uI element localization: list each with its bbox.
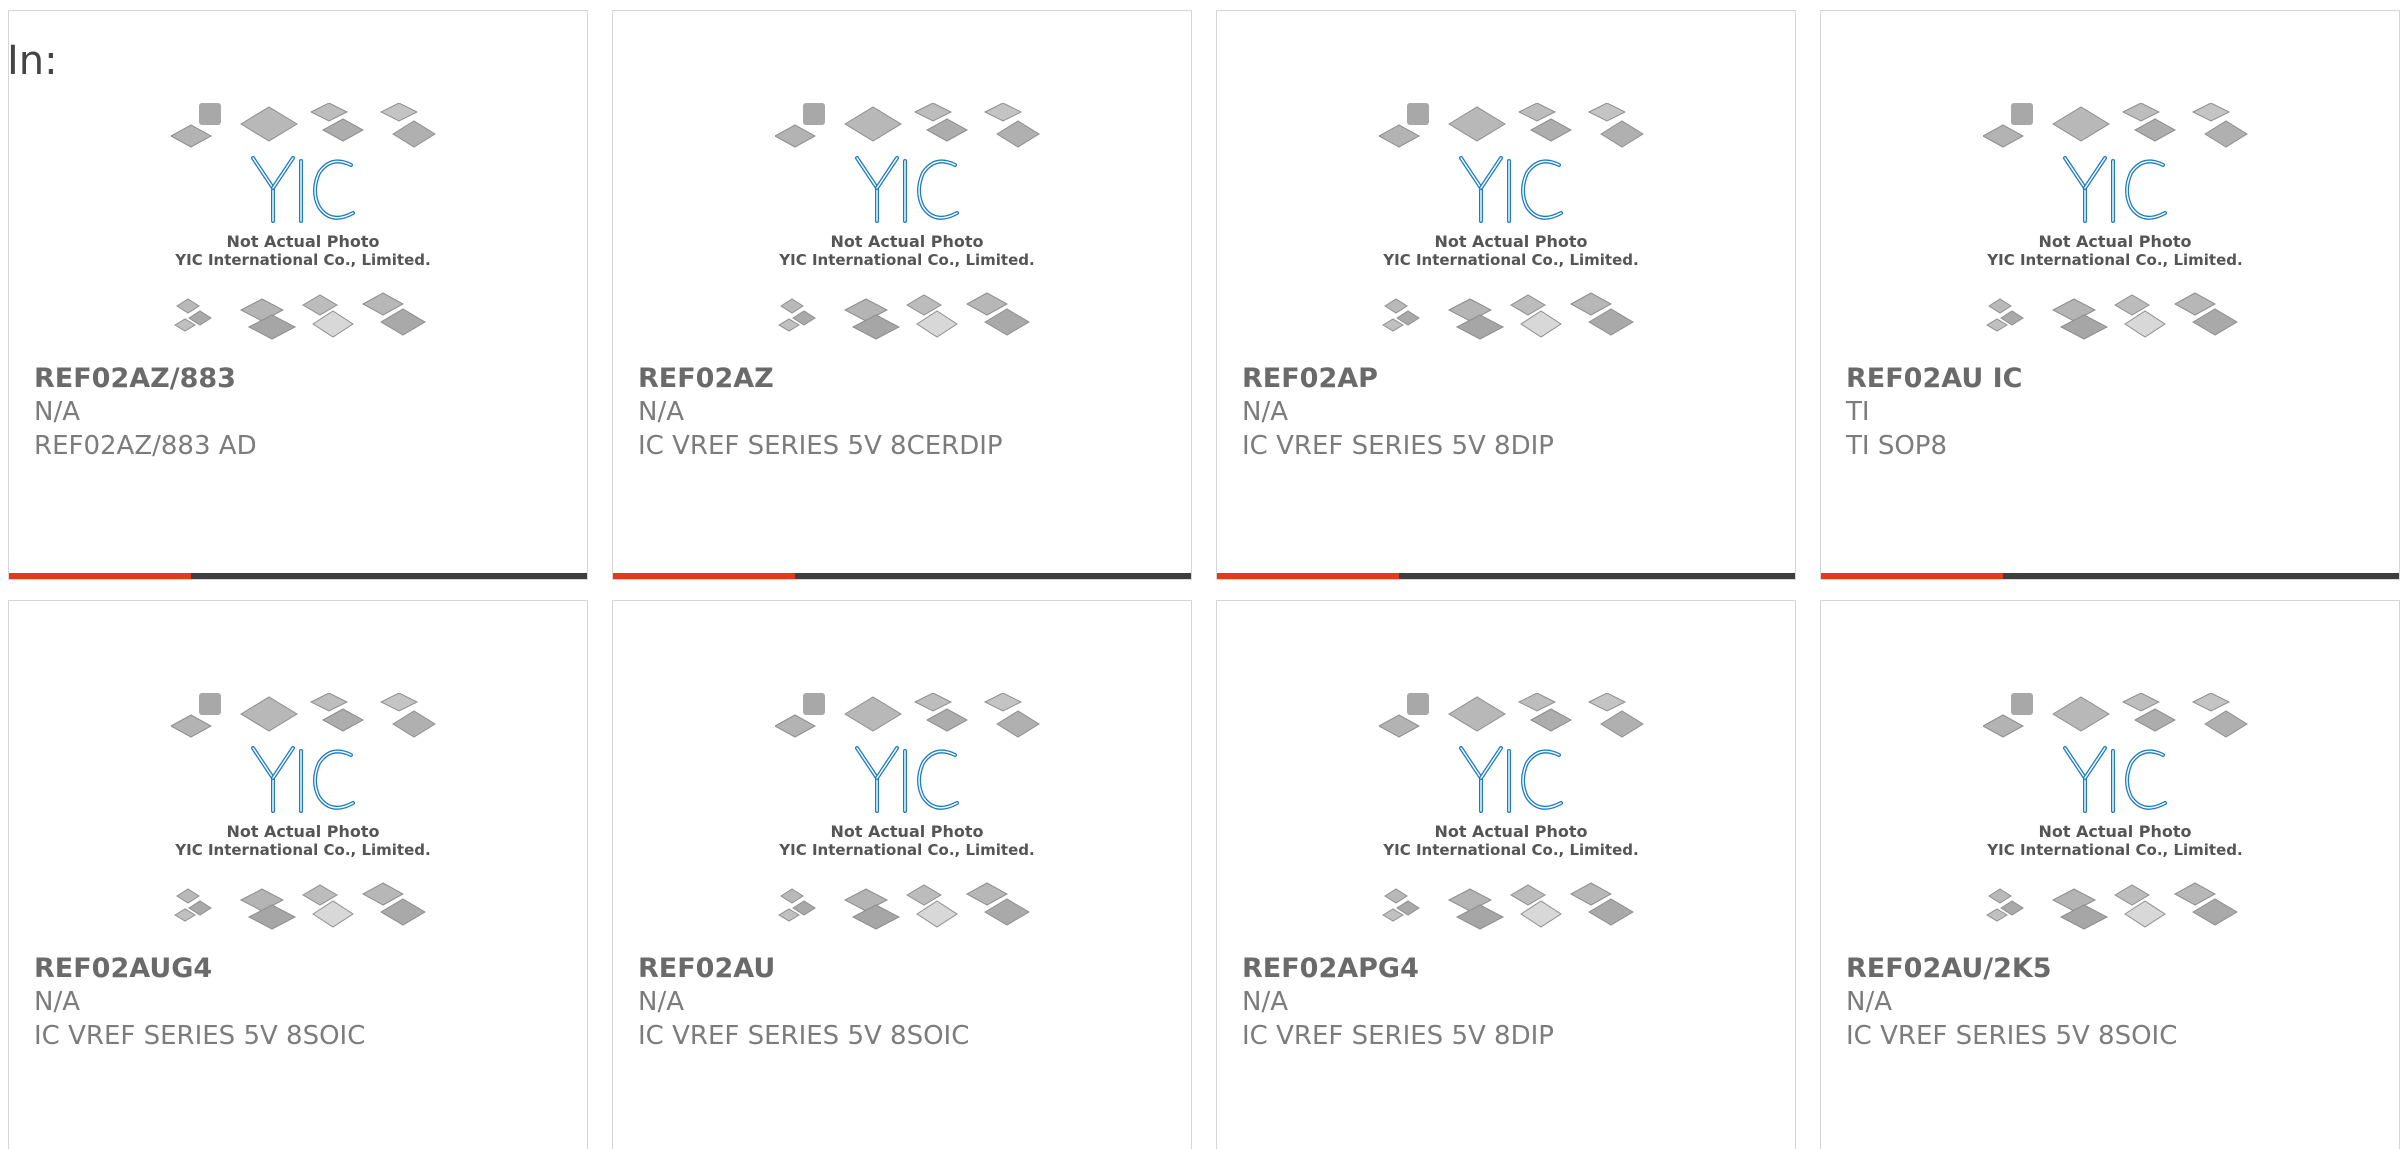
product-description: IC VREF SERIES 5V 8SOIC [34, 1021, 366, 1051]
not-actual-photo-image: Not Actual PhotoYIC International Co., L… [775, 103, 1040, 340]
product-manufacturer: TI [1846, 397, 1870, 427]
product-thumbnail: Not Actual Photo YIC International Co., L… [1983, 693, 2248, 943]
product-thumbnail: Not Actual Photo YIC International Co., L… [1379, 103, 1644, 353]
thumbnail-caption-line1: Not Actual Photo [2038, 822, 2191, 841]
product-thumbnail: Not Actual Photo YIC International Co., L… [775, 103, 1040, 353]
not-actual-photo-image: Not Actual PhotoYIC International Co., L… [1983, 103, 2248, 340]
card-bottom-bar [9, 573, 587, 579]
card-accent-bar [613, 573, 795, 579]
thumbnail-caption-line2: YIC International Co., Limited. [174, 251, 430, 269]
thumbnail-caption-line2: YIC International Co., Limited. [1382, 841, 1638, 859]
thumbnail-caption-line1: Not Actual Photo [830, 232, 983, 251]
not-actual-photo-image: Not Actual PhotoYIC International Co., L… [1983, 693, 2248, 930]
product-description: REF02AZ/883 AD [34, 431, 257, 461]
thumbnail-caption-line2: YIC International Co., Limited. [1986, 841, 2242, 859]
product-card[interactable]: Not Actual Photo YIC International Co., L… [1216, 10, 1796, 580]
product-name[interactable]: REF02AU IC [1846, 363, 2023, 394]
card-accent-bar [1821, 573, 2003, 579]
product-card[interactable]: Not Actual Photo YIC International Co., L… [8, 10, 588, 580]
product-thumbnail: Not Actual Photo YIC International Co., L… [171, 103, 436, 353]
product-name[interactable]: REF02AU [638, 953, 775, 984]
product-thumbnail: Not Actual Photo YIC International Co., L… [1379, 693, 1644, 943]
not-actual-photo-image: Not Actual PhotoYIC International Co., L… [171, 103, 436, 340]
product-name[interactable]: REF02AZ [638, 363, 774, 394]
thumbnail-caption-line2: YIC International Co., Limited. [778, 841, 1034, 859]
product-description: IC VREF SERIES 5V 8SOIC [638, 1021, 970, 1051]
thumbnail-caption-line1: Not Actual Photo [1434, 822, 1587, 841]
product-manufacturer: N/A [1242, 397, 1288, 427]
product-name[interactable]: REF02AP [1242, 363, 1378, 394]
product-thumbnail: Not Actual Photo YIC International Co., L… [775, 693, 1040, 943]
product-description: IC VREF SERIES 5V 8CERDIP [638, 431, 1003, 461]
product-thumbnail: Not Actual Photo YIC International Co., L… [1983, 103, 2248, 353]
not-actual-photo-image: Not Actual PhotoYIC International Co., L… [775, 693, 1040, 930]
product-description: TI SOP8 [1846, 431, 1948, 461]
product-card[interactable]: Not Actual Photo YIC International Co., L… [1820, 10, 2400, 580]
card-accent-bar [9, 573, 191, 579]
thumbnail-caption-line1: Not Actual Photo [226, 822, 379, 841]
product-card[interactable]: Not Actual Photo YIC International Co., L… [8, 600, 588, 1149]
thumbnail-caption-line2: YIC International Co., Limited. [1382, 251, 1638, 269]
thumbnail-caption-line1: Not Actual Photo [2038, 232, 2191, 251]
thumbnail-caption-line2: YIC International Co., Limited. [1986, 251, 2242, 269]
product-grid: Not Actual Photo YIC International Co., L… [0, 0, 2400, 1149]
product-card[interactable]: Not Actual Photo YIC International Co., L… [1820, 600, 2400, 1149]
product-name[interactable]: REF02AUG4 [34, 953, 212, 984]
product-manufacturer: N/A [1242, 987, 1288, 1017]
product-description: IC VREF SERIES 5V 8DIP [1242, 431, 1554, 461]
not-actual-photo-image: Not Actual PhotoYIC International Co., L… [1379, 103, 1644, 340]
product-name[interactable]: REF02APG4 [1242, 953, 1419, 984]
thumbnail-caption-line1: Not Actual Photo [830, 822, 983, 841]
product-card[interactable]: Not Actual Photo YIC International Co., L… [612, 600, 1192, 1149]
product-description: IC VREF SERIES 5V 8SOIC [1846, 1021, 2178, 1051]
product-description: IC VREF SERIES 5V 8DIP [1242, 1021, 1554, 1051]
product-card[interactable]: Not Actual Photo YIC International Co., L… [1216, 600, 1796, 1149]
not-actual-photo-image: Not Actual PhotoYIC International Co., L… [1379, 693, 1644, 930]
thumbnail-caption-line1: Not Actual Photo [226, 232, 379, 251]
product-manufacturer: N/A [638, 397, 684, 427]
thumbnail-caption-line2: YIC International Co., Limited. [778, 251, 1034, 269]
card-bottom-bar [1217, 573, 1795, 579]
card-accent-bar [1217, 573, 1399, 579]
card-bottom-bar [1821, 573, 2399, 579]
product-card[interactable]: Not Actual Photo YIC International Co., L… [612, 10, 1192, 580]
thumbnail-caption-line2: YIC International Co., Limited. [174, 841, 430, 859]
product-manufacturer: N/A [638, 987, 684, 1017]
product-manufacturer: N/A [34, 397, 80, 427]
in-label: In: [7, 38, 58, 84]
card-bottom-bar [613, 573, 1191, 579]
product-manufacturer: N/A [34, 987, 80, 1017]
not-actual-photo-image: Not Actual PhotoYIC International Co., L… [171, 693, 436, 930]
product-name[interactable]: REF02AU/2K5 [1846, 953, 2052, 984]
thumbnail-caption-line1: Not Actual Photo [1434, 232, 1587, 251]
product-name[interactable]: REF02AZ/883 [34, 363, 236, 394]
product-manufacturer: N/A [1846, 987, 1892, 1017]
product-thumbnail: Not Actual Photo YIC International Co., L… [171, 693, 436, 943]
